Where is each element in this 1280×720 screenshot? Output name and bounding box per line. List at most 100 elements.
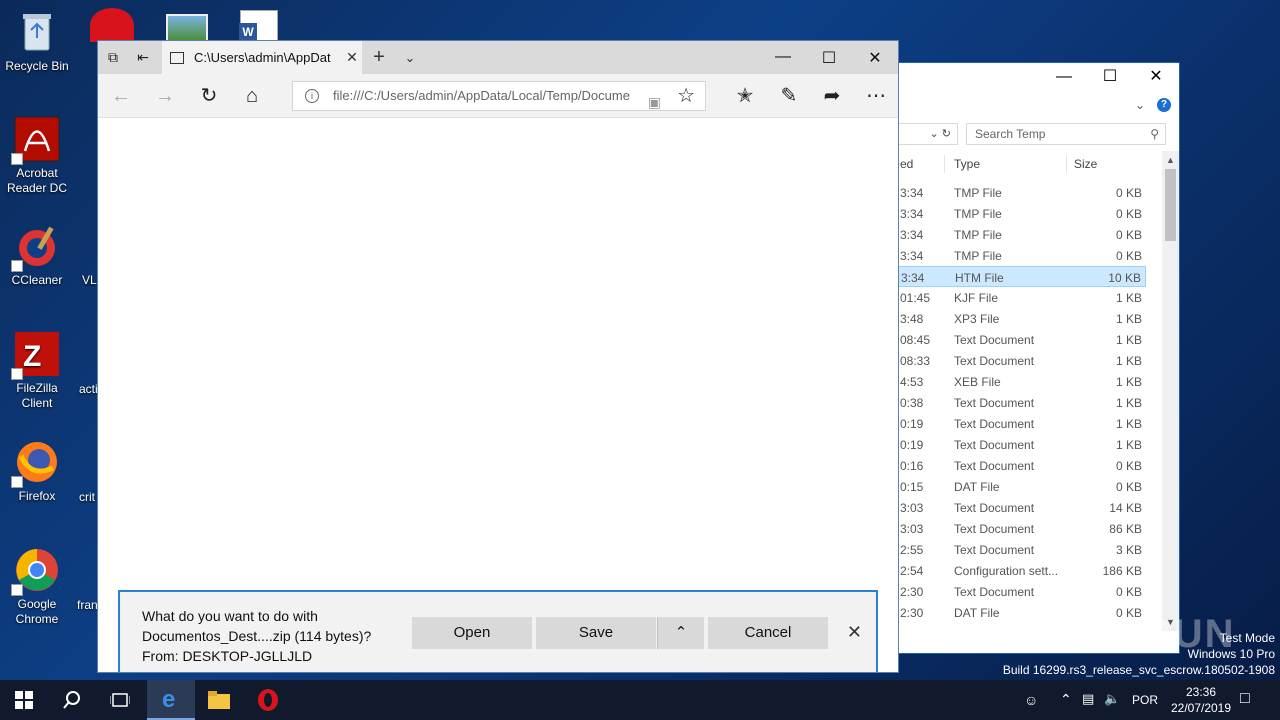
scrollbar-thumb[interactable] bbox=[1165, 169, 1176, 241]
favorites-hub-icon[interactable]: ✭ bbox=[732, 84, 758, 108]
web-note-icon[interactable]: ✎ bbox=[776, 84, 802, 108]
image-desktop-icon[interactable] bbox=[166, 14, 208, 42]
new-tab-button[interactable]: + bbox=[362, 46, 396, 69]
desktop-icon-label: FileZilla Client bbox=[16, 381, 58, 410]
file-row[interactable]: 3:03 Text Document 14 KB bbox=[896, 497, 1146, 518]
file-type: KJF File bbox=[954, 291, 999, 305]
file-row[interactable]: 3:48 XP3 File 1 KB bbox=[896, 308, 1146, 329]
opera-taskbar-button[interactable] bbox=[244, 680, 292, 720]
save-button[interactable]: Save bbox=[536, 617, 656, 649]
file-date: 08:33 bbox=[900, 354, 931, 368]
file-row[interactable]: 3:34 HTM File 10 KB bbox=[896, 266, 1146, 287]
file-date: 3:03 bbox=[900, 501, 924, 515]
tab-preview-chevron-icon[interactable]: ⌄ bbox=[396, 50, 424, 66]
dropdown-icon[interactable]: ⌄ bbox=[930, 128, 939, 140]
opera-icon bbox=[258, 689, 278, 711]
save-options-chevron-icon[interactable]: ⌃ bbox=[657, 617, 704, 649]
file-type: XP3 File bbox=[954, 312, 1000, 326]
start-button[interactable] bbox=[0, 680, 48, 720]
language-indicator[interactable]: POR bbox=[1132, 693, 1158, 707]
task-view-icon[interactable] bbox=[96, 680, 144, 720]
refresh-icon[interactable]: ↻ bbox=[942, 128, 951, 140]
people-icon[interactable]: ☺ bbox=[1024, 692, 1038, 708]
column-size[interactable]: Size bbox=[1074, 157, 1097, 171]
action-center-icon[interactable]: □ bbox=[1240, 690, 1250, 708]
word-desktop-icon[interactable]: W bbox=[239, 10, 278, 42]
download-notification-bar: What do you want to do with Documentos_D… bbox=[118, 590, 878, 672]
reading-view-icon[interactable]: ▣ bbox=[648, 88, 661, 110]
ribbon-expand-icon[interactable]: ⌄ bbox=[1135, 98, 1145, 112]
minimize-button[interactable]: — bbox=[760, 48, 806, 68]
desktop-icon-acrobat[interactable]: Acrobat Reader DC bbox=[0, 115, 74, 196]
share-icon[interactable]: ➦ bbox=[819, 84, 845, 108]
cancel-button[interactable]: Cancel bbox=[708, 617, 828, 649]
desktop-icon-firefox[interactable]: Firefox bbox=[0, 438, 74, 504]
file-row[interactable]: 0:19 Text Document 1 KB bbox=[896, 434, 1146, 455]
tab-active[interactable]: C:\Users\admin\AppDat ✕ bbox=[162, 41, 362, 74]
clock[interactable]: 23:36 22/07/2019 bbox=[1166, 684, 1236, 716]
watermark-edition: Windows 10 Pro bbox=[1187, 647, 1275, 661]
column-date-modified[interactable]: ed bbox=[900, 157, 913, 171]
desktop-icon-chrome[interactable]: Google Chrome bbox=[0, 546, 74, 627]
file-row[interactable]: 2:30 Text Document 0 KB bbox=[896, 581, 1146, 602]
acrobat-icon bbox=[11, 115, 61, 165]
file-size: 3 KB bbox=[1115, 543, 1142, 557]
file-row[interactable]: 0:16 Text Document 0 KB bbox=[896, 455, 1146, 476]
file-row[interactable]: 3:34 TMP File 0 KB bbox=[896, 245, 1146, 266]
set-aside-tabs-icon[interactable]: ⧉ bbox=[98, 49, 128, 66]
scroll-up-icon[interactable]: ▲ bbox=[1162, 155, 1179, 165]
address-bar-end[interactable]: ⌄ ↻ bbox=[896, 123, 958, 145]
file-row[interactable]: 0:19 Text Document 1 KB bbox=[896, 413, 1146, 434]
file-type: Text Document bbox=[954, 333, 1035, 347]
search-input[interactable]: Search Temp ⚲ bbox=[966, 123, 1166, 145]
network-icon[interactable]: ▤ bbox=[1082, 691, 1094, 707]
vertical-scrollbar[interactable]: ▲ ▼ bbox=[1162, 151, 1179, 631]
file-row[interactable]: 4:53 XEB File 1 KB bbox=[896, 371, 1146, 392]
open-button[interactable]: Open bbox=[412, 617, 532, 649]
file-row[interactable]: 0:15 DAT File 0 KB bbox=[896, 476, 1146, 497]
file-row[interactable]: 2:55 Text Document 3 KB bbox=[896, 539, 1146, 560]
file-row[interactable]: 3:03 Text Document 86 KB bbox=[896, 518, 1146, 539]
maximize-button[interactable]: ☐ bbox=[806, 48, 852, 68]
home-button[interactable]: ⌂ bbox=[239, 84, 265, 108]
more-menu-icon[interactable]: ⋯ bbox=[863, 84, 889, 108]
column-type[interactable]: Type bbox=[954, 157, 980, 171]
desktop-icon-recycle-bin[interactable]: Recycle Bin bbox=[0, 8, 74, 74]
show-hidden-icons-icon[interactable]: ⌃ bbox=[1060, 691, 1072, 708]
file-row[interactable]: 08:45 Text Document 1 KB bbox=[896, 329, 1146, 350]
file-row[interactable]: 3:34 TMP File 0 KB bbox=[896, 224, 1146, 245]
search-placeholder: Search Temp bbox=[975, 127, 1046, 141]
file-date: 3:03 bbox=[900, 522, 924, 536]
url-text: file:///C:/Users/admin/AppData/Local/Tem… bbox=[333, 88, 630, 103]
close-icon[interactable]: ✕ bbox=[847, 622, 862, 643]
desktop-icon-filezilla[interactable]: Z FileZilla Client bbox=[0, 330, 74, 411]
file-date: 0:19 bbox=[900, 438, 924, 452]
file-row[interactable]: 08:33 Text Document 1 KB bbox=[896, 350, 1146, 371]
maximize-button[interactable]: ☐ bbox=[1087, 63, 1133, 91]
tab-close-icon[interactable]: ✕ bbox=[342, 49, 362, 66]
opera-desktop-icon[interactable] bbox=[90, 8, 134, 42]
recycle-bin-icon bbox=[13, 8, 61, 56]
file-row[interactable]: 3:34 TMP File 0 KB bbox=[896, 182, 1146, 203]
address-bar[interactable]: i file:///C:/Users/admin/AppData/Local/T… bbox=[292, 81, 706, 111]
file-row[interactable]: 3:34 TMP File 0 KB bbox=[896, 203, 1146, 224]
info-icon[interactable]: i bbox=[305, 89, 319, 103]
edge-taskbar-button[interactable]: e bbox=[147, 680, 195, 720]
minimize-button[interactable]: — bbox=[1041, 63, 1087, 91]
file-row[interactable]: 01:45 KJF File 1 KB bbox=[896, 287, 1146, 308]
desktop-icon-ccleaner[interactable]: CCleaner bbox=[0, 222, 74, 288]
file-row[interactable]: 2:54 Configuration sett... 186 KB bbox=[896, 560, 1146, 581]
refresh-button[interactable]: ↻ bbox=[196, 84, 222, 108]
file-row[interactable]: 0:38 Text Document 1 KB bbox=[896, 392, 1146, 413]
file-explorer-taskbar-button[interactable] bbox=[195, 680, 243, 720]
close-button[interactable]: ✕ bbox=[1133, 63, 1179, 91]
help-icon[interactable]: ? bbox=[1157, 98, 1171, 112]
file-date: 0:38 bbox=[900, 396, 924, 410]
close-button[interactable]: ✕ bbox=[852, 48, 898, 68]
volume-icon[interactable]: 🔈 bbox=[1104, 691, 1120, 707]
favorite-star-icon[interactable]: ☆ bbox=[677, 82, 695, 110]
back-button[interactable]: ← bbox=[108, 84, 134, 108]
forward-button[interactable]: → bbox=[152, 84, 178, 108]
search-icon[interactable] bbox=[48, 680, 96, 720]
tabs-aside-icon[interactable]: ⇤ bbox=[128, 49, 158, 66]
